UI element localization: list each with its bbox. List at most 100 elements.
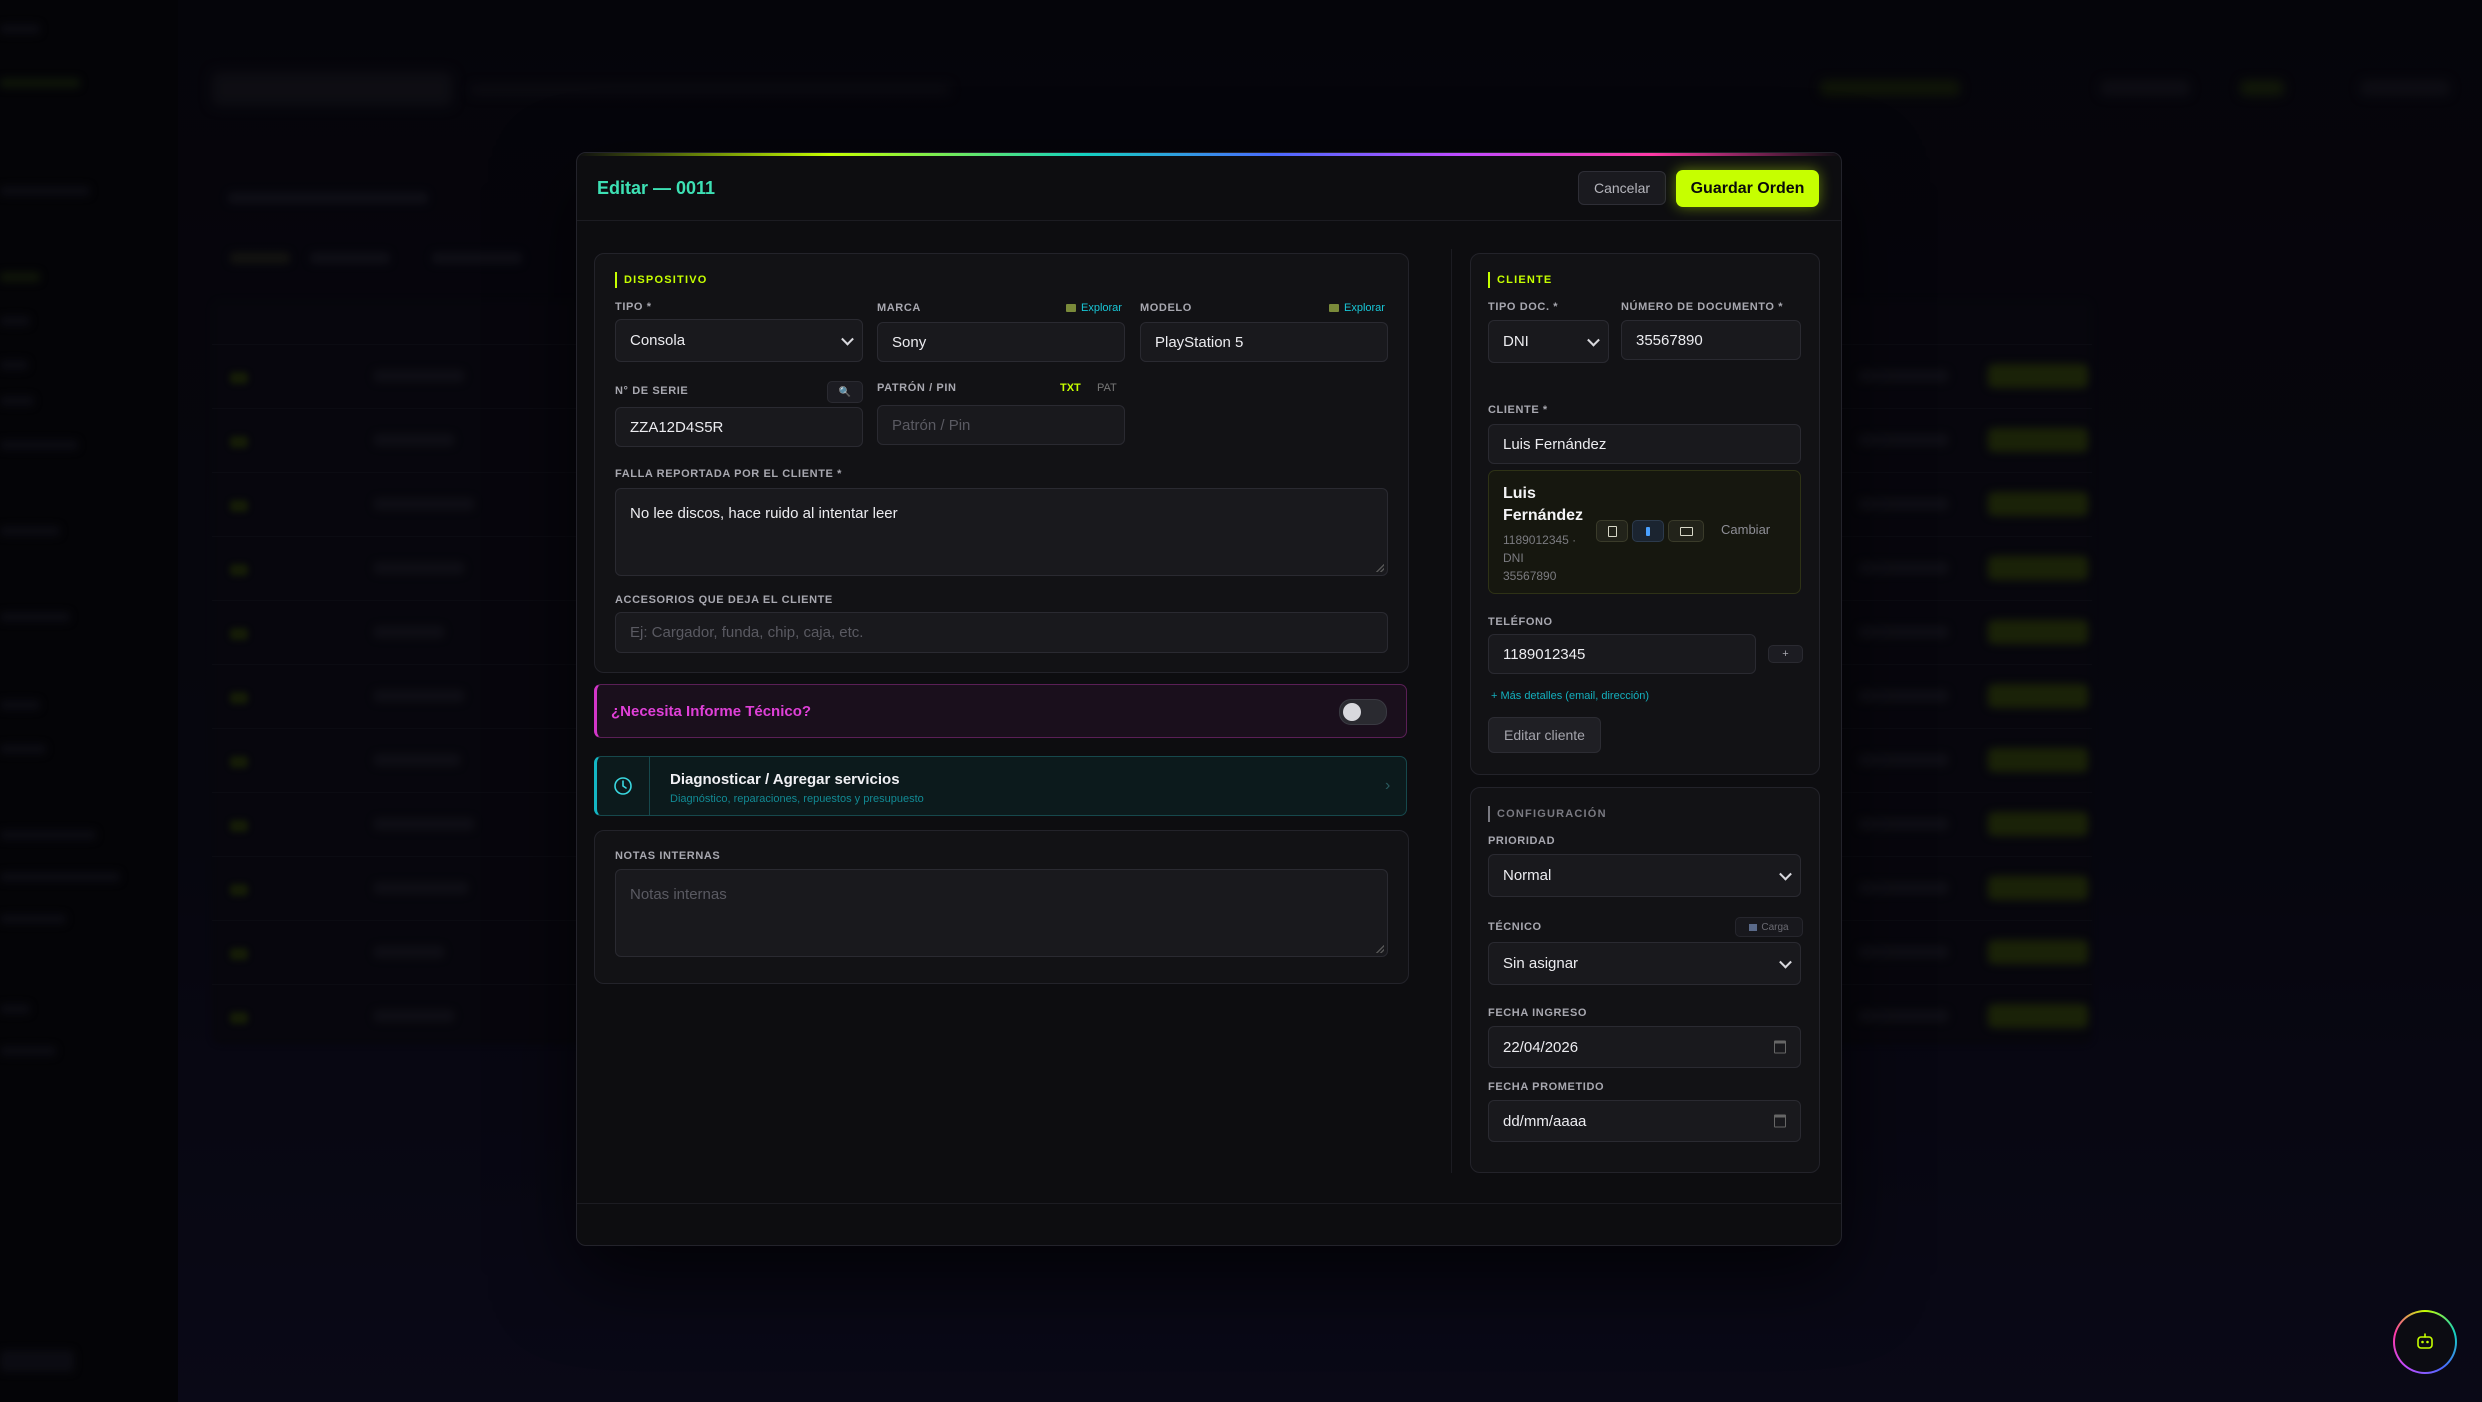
client-summary-card: Luis Fernández 1189012345 · DNI 35567890… [1488,470,1801,594]
chevron-right-icon: › [1385,777,1391,794]
falla-label: FALLA REPORTADA POR EL CLIENTE * [615,468,842,480]
tipo-label: TIPO * [615,301,652,313]
num-doc-input[interactable]: 35567890 [1621,320,1801,360]
mail-icon [1679,526,1693,536]
phone-icon [1646,526,1650,536]
fecha-prometido-input[interactable]: dd/mm/aaaa [1488,1100,1801,1142]
modelo-value: PlayStation 5 [1155,333,1244,351]
calendar-icon[interactable] [1774,1040,1786,1054]
modal-header: Editar — 0011 Cancelar Guardar Orden [577,156,1841,221]
add-phone-button[interactable]: + [1768,645,1803,663]
marca-input[interactable]: Sony [877,322,1125,362]
client-card: CLIENTE TIPO DOC. * DNI NÚMERO DE DOCUME… [1470,253,1820,775]
falla-textarea[interactable]: No lee discos, hace ruido al intentar le… [615,488,1388,576]
config-card: CONFIGURACIÓN PRIORIDAD Normal TÉCNICO C… [1470,787,1820,1173]
cancel-button[interactable]: Cancelar [1578,171,1666,205]
carga-label: Carga [1761,921,1789,933]
notas-textarea[interactable]: Notas internas [615,869,1388,957]
tecnico-select[interactable]: Sin asignar [1488,942,1801,985]
tipo-doc-value: DNI [1503,333,1529,350]
fecha-ingreso-value: 22/04/2026 [1503,1038,1579,1056]
modelo-input[interactable]: PlayStation 5 [1140,322,1388,362]
assistant-fab-inner [2395,1312,2455,1372]
pin-mode-pat[interactable]: PAT [1097,382,1117,394]
pin-input[interactable]: Patrón / Pin [877,405,1125,445]
copy-client-button[interactable] [1596,520,1628,542]
tecnico-label: TÉCNICO [1488,921,1542,933]
num-doc-label: NÚMERO DE DOCUMENTO * [1621,301,1784,313]
catalog-icon [1066,304,1076,313]
serial-search-button[interactable]: 🔍 [827,381,863,403]
accesorios-placeholder: Ej: Cargador, funda, chip, caja, etc. [630,624,864,641]
modelo-explore-link[interactable]: Explorar [1329,302,1385,314]
chevron-down-icon [1779,955,1792,969]
robot-icon [2417,1333,2433,1349]
device-section-title: DISPOSITIVO [615,272,708,288]
more-details-link[interactable]: + Más detalles (email, dirección) [1491,690,1649,702]
client-doc-number: 35567890 [1503,569,1557,583]
tipo-select[interactable]: Consola [615,319,863,362]
modelo-explore-label: Explorar [1344,302,1385,314]
modal-footer [577,1203,1841,1245]
notas-label: NOTAS INTERNAS [615,850,721,862]
save-order-button[interactable]: Guardar Orden [1676,170,1819,207]
notas-card: NOTAS INTERNAS Notas internas [594,830,1409,984]
resize-handle-icon[interactable] [1376,945,1384,953]
search-icon: 🔍 [838,386,852,398]
telefono-label: TELÉFONO [1488,616,1553,628]
prioridad-select[interactable]: Normal [1488,854,1801,897]
pin-mode-txt[interactable]: TXT [1060,382,1081,394]
fecha-prometido-value: dd/mm/aaaa [1503,1112,1587,1130]
pin-label: PATRÓN / PIN [877,382,957,394]
client-section-title: CLIENTE [1488,272,1552,288]
clipboard-icon [1607,525,1617,537]
resize-handle-icon[interactable] [1376,564,1384,572]
diagnostico-title: Diagnosticar / Agregar servicios [670,771,900,788]
change-client-link[interactable]: Cambiar [1721,522,1770,537]
email-client-button[interactable] [1668,520,1704,542]
accesorios-input[interactable]: Ej: Cargador, funda, chip, caja, etc. [615,612,1388,653]
tecnico-value: Sin asignar [1503,955,1579,972]
edit-order-modal: Editar — 0011 Cancelar Guardar Orden DIS… [576,152,1842,1246]
fecha-ingreso-label: FECHA INGRESO [1488,1007,1588,1019]
catalog-icon [1329,304,1339,313]
notas-placeholder: Notas internas [630,886,727,903]
prioridad-value: Normal [1503,867,1552,884]
tipo-value: Consola [630,332,686,349]
marca-explore-link[interactable]: Explorar [1066,302,1122,314]
cliente-input[interactable]: Luis Fernández [1488,424,1801,464]
device-card: DISPOSITIVO TIPO * Consola MARCA Explora… [594,253,1409,673]
tipo-doc-select[interactable]: DNI [1488,320,1609,363]
config-section-title: CONFIGURACIÓN [1488,806,1607,822]
call-client-button[interactable] [1632,520,1664,542]
informe-toggle[interactable] [1339,699,1387,725]
fecha-prometido-label: FECHA PROMETIDO [1488,1081,1605,1093]
telefono-value: 1189012345 [1503,645,1586,663]
client-doc-type: DNI [1503,551,1524,565]
carga-button[interactable]: Carga [1735,917,1803,937]
calendar-icon[interactable] [1774,1114,1786,1128]
chevron-down-icon [841,332,854,346]
chart-icon [1749,923,1758,931]
telefono-input[interactable]: 1189012345 [1488,634,1756,674]
assistant-fab[interactable] [2393,1310,2457,1374]
serie-label: N° DE SERIE [615,385,689,397]
clock-icon [614,777,632,795]
diagnostico-subtitle: Diagnóstico, reparaciones, repuestos y p… [670,793,924,805]
client-last-name: Fernández [1503,507,1584,524]
fecha-ingreso-input[interactable]: 22/04/2026 [1488,1026,1801,1068]
marca-label: MARCA [877,302,921,314]
marca-explore-label: Explorar [1081,302,1122,314]
serie-input[interactable]: ZZA12D4S5R [615,407,863,447]
column-divider [1451,249,1452,1173]
edit-client-button[interactable]: Editar cliente [1488,717,1601,753]
informe-tecnico-row[interactable]: ¿Necesita Informe Técnico? [594,684,1407,738]
client-phone-line: 1189012345 · [1503,533,1577,547]
client-meta: 1189012345 · DNI 35567890 [1503,531,1576,585]
serie-value: ZZA12D4S5R [630,418,724,436]
diagnosticar-row[interactable]: Diagnosticar / Agregar servicios Diagnós… [594,756,1407,816]
modelo-label: MODELO [1140,302,1192,314]
prioridad-label: PRIORIDAD [1488,835,1556,847]
diagnostico-icon-box [597,757,650,815]
accesorios-label: ACCESORIOS QUE DEJA EL CLIENTE [615,594,833,606]
